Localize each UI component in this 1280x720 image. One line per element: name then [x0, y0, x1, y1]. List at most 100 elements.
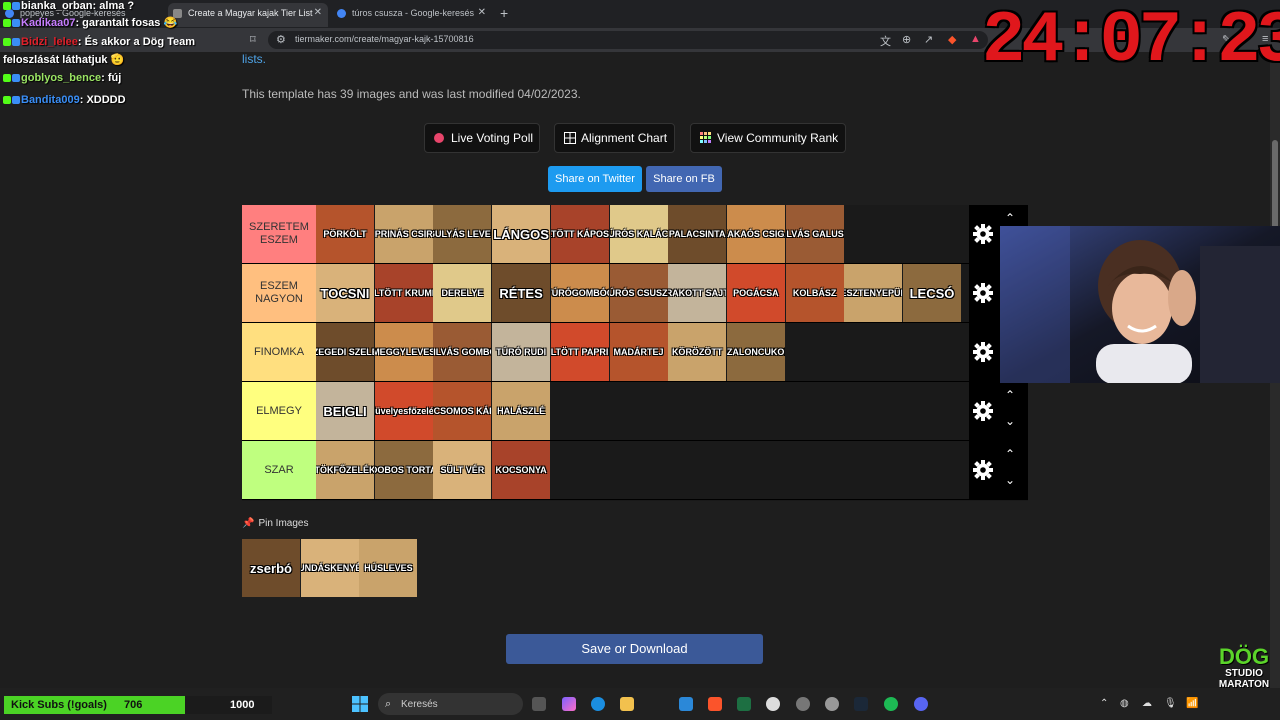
share-icon[interactable]: ↗	[924, 33, 933, 46]
gear-icon[interactable]	[973, 224, 993, 244]
food-tile[interactable]: RAKOTT SAJT	[668, 264, 727, 322]
food-tile[interactable]: TÚRÓS CSUSZA	[609, 264, 668, 322]
kick-badge-icon	[3, 38, 11, 47]
food-tile[interactable]: MADÁRTEJ	[609, 323, 668, 381]
gear-icon[interactable]	[973, 401, 993, 421]
food-tile[interactable]: SZILVÁS GALUSKA	[785, 205, 844, 263]
food-tile[interactable]: PRINÁS CSIR	[374, 205, 433, 263]
brave-icon[interactable]	[708, 697, 722, 711]
spotify-icon[interactable]	[884, 697, 898, 711]
community-rank-button[interactable]: View Community Rank	[690, 123, 846, 153]
chat-username[interactable]: goblyos_bence	[21, 72, 101, 84]
food-tile[interactable]: KAKAÓS CSIGA	[726, 205, 785, 263]
file-explorer-icon[interactable]	[620, 697, 634, 711]
food-tile[interactable]: TÖKFŐZELÉK	[316, 441, 374, 499]
share-twitter-button[interactable]: Share on Twitter	[548, 166, 642, 192]
wifi-icon[interactable]: 📶	[1186, 698, 1198, 709]
app-icon[interactable]	[796, 697, 810, 711]
taskbar-search[interactable]	[378, 693, 523, 715]
food-tile[interactable]: SZILVÁS GOMBÓC	[433, 323, 492, 381]
food-tile[interactable]: DERELYE	[433, 264, 492, 322]
food-tile[interactable]: LÁNGOS	[492, 205, 551, 263]
tray-chevron-icon[interactable]: ⌃	[1100, 698, 1108, 709]
scrollbar-thumb[interactable]	[1272, 140, 1278, 230]
tier-label[interactable]: SZAR	[242, 441, 316, 499]
microphone-icon[interactable]: 🎙	[1164, 698, 1177, 709]
food-tile[interactable]: MEGGYLEVES	[374, 323, 433, 381]
food-tile[interactable]: TÚRÓ RUDI	[492, 323, 551, 381]
settings-icon[interactable]	[825, 697, 839, 711]
food-tile[interactable]: TÖLTÖTT KÁPOSZTA	[550, 205, 609, 263]
food-tile[interactable]: SZEGEDI SZELET	[316, 323, 374, 381]
steam-icon[interactable]	[854, 697, 868, 711]
pin-images-label[interactable]: 📌 Pin Images	[242, 518, 308, 529]
food-tile[interactable]: PÖRKÖLT	[316, 205, 374, 263]
new-tab-icon[interactable]: +	[500, 5, 508, 21]
live-voting-button[interactable]: Live Voting Poll	[424, 123, 540, 153]
chat-username[interactable]: Bidzi_lelee	[21, 36, 78, 48]
edge-icon[interactable]	[591, 697, 605, 711]
tier-label[interactable]: ELMEGY	[242, 382, 316, 440]
brave-shield-icon[interactable]: ◆	[948, 33, 956, 46]
tray-app-icon[interactable]: ◍	[1120, 698, 1129, 709]
tier-label[interactable]: SZERETEM ESZEM	[242, 205, 316, 263]
food-tile[interactable]: BEIGLI	[316, 382, 374, 440]
food-tile[interactable]: LECSÓ	[903, 264, 961, 322]
food-tile[interactable]: POGÁCSA	[726, 264, 785, 322]
tab-turos-csusza[interactable]: túros csusza - Google-keresés ✕	[332, 3, 492, 27]
discord-icon[interactable]	[914, 697, 928, 711]
food-tile[interactable]: SÜLT VÉR	[433, 441, 492, 499]
food-tile[interactable]: GULYÁS LEVES	[433, 205, 492, 263]
lists-link[interactable]: lists.	[242, 52, 266, 66]
food-tile[interactable]: TÖLTÖTT KRUMPLI	[374, 264, 433, 322]
tier-label[interactable]: FINOMKA	[242, 323, 316, 381]
tray-cloud-icon[interactable]: ☁	[1142, 698, 1152, 709]
gear-icon[interactable]	[973, 460, 993, 480]
alignment-chart-button[interactable]: Alignment Chart	[554, 123, 675, 153]
chevron-up-icon[interactable]: ⌃	[1005, 388, 1015, 402]
gear-icon[interactable]	[973, 283, 993, 303]
gear-icon[interactable]	[973, 342, 993, 362]
mail-icon[interactable]	[679, 697, 693, 711]
food-tile[interactable]: KOLBÁSZ	[785, 264, 844, 322]
save-download-button[interactable]: Save or Download	[506, 634, 763, 664]
food-tile[interactable]: TOCSNI	[316, 264, 374, 322]
chevron-down-icon[interactable]: ⌄	[1005, 414, 1015, 428]
pinned-tile[interactable]: zserbó	[242, 539, 300, 597]
excel-icon[interactable]	[737, 697, 751, 711]
zoom-icon[interactable]: ⊕	[902, 33, 911, 46]
food-tile[interactable]: TÖLTÖTT PAPRIKA	[550, 323, 609, 381]
food-tile[interactable]: DOBOS TORTA	[374, 441, 433, 499]
obs-icon[interactable]	[766, 697, 780, 711]
pinned-tile[interactable]: HÚSLEVES	[359, 539, 418, 597]
food-tile[interactable]: KOCSONYA	[492, 441, 551, 499]
task-view-icon[interactable]	[532, 697, 546, 711]
chevron-up-icon[interactable]: ⌃	[1005, 447, 1015, 461]
bookmark-icon[interactable]: ⌑	[250, 33, 256, 46]
food-tile[interactable]: PARADICSOMOS KÁPOSZTA	[433, 382, 492, 440]
food-tile[interactable]: Hüvelyesfőzelék	[374, 382, 433, 440]
food-tile[interactable]: RÉTES	[492, 264, 551, 322]
brave-rewards-icon[interactable]: ▲	[970, 33, 981, 45]
food-tile[interactable]: TÚRÓS KALÁCS	[609, 205, 668, 263]
chat-username[interactable]: bianka_orban	[21, 0, 93, 12]
food-tile[interactable]: GESZTENYEPÜRÉ	[844, 264, 903, 322]
chat-username[interactable]: Kadikaa07	[21, 17, 75, 29]
close-tab-icon[interactable]: ✕	[478, 3, 486, 23]
food-tile[interactable]: HALÁSZLÉ	[492, 382, 551, 440]
translate-icon[interactable]: 文	[880, 33, 891, 49]
share-fb-button[interactable]: Share on FB	[646, 166, 722, 192]
close-tab-icon[interactable]: ✕	[314, 3, 322, 23]
site-info-icon[interactable]: ⚙	[276, 33, 286, 46]
chat-username[interactable]: Bandita009	[21, 94, 80, 106]
food-tile[interactable]: PALACSINTA	[668, 205, 727, 263]
food-tile[interactable]: TÚRÓGOMBÓC	[550, 264, 609, 322]
pinned-tile[interactable]: BUNDÁSKENYÉR	[300, 539, 359, 597]
windows-start-icon[interactable]	[352, 696, 368, 712]
chevron-down-icon[interactable]: ⌄	[1005, 473, 1015, 487]
tier-label[interactable]: ESZEM NAGYON	[242, 264, 316, 322]
food-tile[interactable]: SZALONCUKOR	[726, 323, 785, 381]
copilot-icon[interactable]	[562, 697, 576, 711]
food-tile[interactable]: KÖRÖZÖTT	[668, 323, 727, 381]
chevron-up-icon[interactable]: ⌃	[1005, 211, 1015, 225]
